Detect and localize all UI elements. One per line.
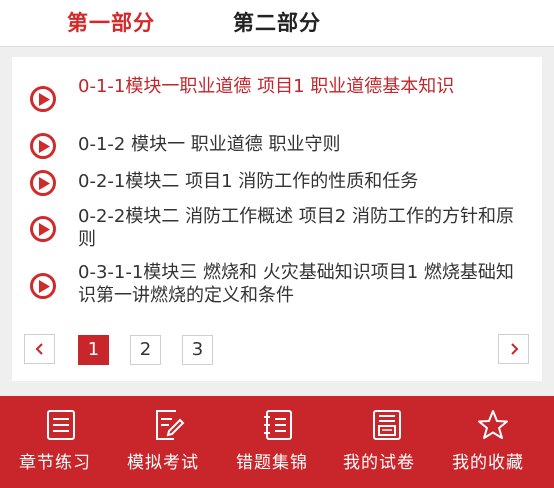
exam-paper-icon: [370, 408, 404, 446]
bottom-nav: 章节练习 模拟考试 错题集锦 我的试卷 我的收藏: [0, 396, 554, 488]
nav-label: 模拟考试: [127, 453, 199, 473]
lesson-list-panel: 0-1-1模块一职业道德 项目1 职业道德基本知识 0-1-2 模块一 职业道德…: [12, 57, 542, 381]
nav-label: 章节练习: [19, 453, 91, 473]
lesson-title: 0-1-2 模块一 职业道德 职业守则: [78, 134, 341, 155]
lesson-item[interactable]: 0-2-2模块二 消防工作概述 项目2 消防工作的方针和原则: [12, 204, 542, 256]
page-button[interactable]: 1: [78, 335, 109, 365]
lesson-title: 0-2-1模块二 项目1 消防工作的性质和任务: [78, 171, 419, 192]
nav-my-favorites[interactable]: 我的收藏: [442, 396, 554, 488]
play-icon: [30, 170, 56, 196]
nav-my-papers[interactable]: 我的试卷: [332, 396, 442, 488]
tab-bar: 第一部分 第二部分: [0, 0, 554, 47]
star-icon: [476, 408, 510, 446]
lesson-title: 0-3-1-1模块三 燃烧和 火灾基础知识项目1 燃烧基础知识第一讲燃烧的定义和…: [78, 262, 514, 306]
lesson-item[interactable]: 0-1-2 模块一 职业道德 职业守则: [12, 131, 542, 161]
nav-label: 我的收藏: [452, 453, 524, 473]
nav-chapter-practice[interactable]: 章节练习: [0, 396, 124, 488]
lesson-item[interactable]: 0-2-1模块二 项目1 消防工作的性质和任务: [12, 168, 542, 198]
lesson-item[interactable]: 0-1-1模块一职业道德 项目1 职业道德基本知识: [12, 72, 542, 126]
play-icon: [30, 133, 56, 159]
next-page-button[interactable]: [498, 334, 529, 364]
nav-label: 我的试卷: [343, 453, 415, 473]
lesson-title: 0-1-1模块一职业道德 项目1 职业道德基本知识: [78, 76, 455, 97]
play-icon: [30, 86, 56, 112]
list-icon: [44, 408, 78, 446]
play-icon: [30, 273, 56, 299]
nav-wrong-questions[interactable]: 错题集锦: [222, 396, 332, 488]
lesson-title: 0-2-2模块二 消防工作概述 项目2 消防工作的方针和原则: [78, 206, 514, 250]
page-button[interactable]: 2: [130, 335, 161, 365]
page-button[interactable]: 3: [182, 335, 213, 365]
edit-document-icon: [152, 408, 186, 446]
notebook-icon: [261, 408, 295, 446]
prev-page-button[interactable]: [24, 334, 55, 364]
nav-mock-exam[interactable]: 模拟考试: [112, 396, 222, 488]
lesson-item[interactable]: 0-3-1-1模块三 燃烧和 火灾基础知识项目1 燃烧基础知识第一讲燃烧的定义和…: [12, 260, 542, 312]
play-icon: [30, 216, 56, 242]
tab-part-two[interactable]: 第二部分: [233, 7, 321, 37]
nav-label: 错题集锦: [236, 453, 308, 473]
tab-part-one[interactable]: 第一部分: [67, 7, 155, 37]
